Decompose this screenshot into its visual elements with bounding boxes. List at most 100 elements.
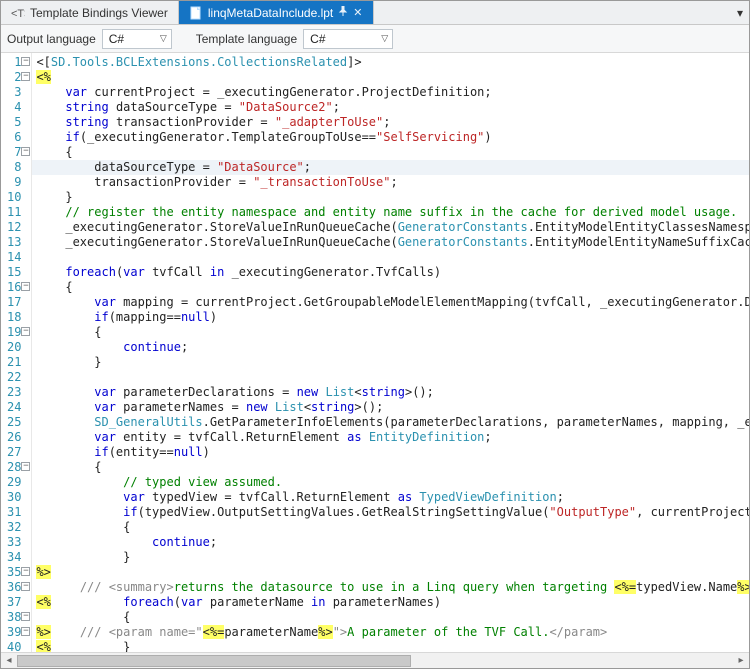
code-line[interactable]: %> /// <param name="<%=parameterName%>">…: [32, 625, 749, 640]
code-line[interactable]: }: [32, 550, 749, 565]
fold-toggle[interactable]: −: [21, 147, 30, 156]
document-tabbar: <T> Template Bindings Viewer linqMetaDat…: [1, 1, 749, 25]
pin-icon[interactable]: [338, 6, 348, 19]
code-line[interactable]: [32, 250, 749, 265]
code-line[interactable]: var entity = tvfCall.ReturnElement as En…: [32, 430, 749, 445]
code-line[interactable]: // typed view assumed.: [32, 475, 749, 490]
code-line[interactable]: var parameterNames = new List<string>();: [32, 400, 749, 415]
code-line[interactable]: _executingGenerator.StoreValueInRunQueue…: [32, 235, 749, 250]
code-line[interactable]: continue;: [32, 340, 749, 355]
close-icon[interactable]: ✕: [353, 6, 362, 19]
code-line[interactable]: SD_GeneralUtils.GetParameterInfoElements…: [32, 415, 749, 430]
line-number: 23: [1, 385, 31, 400]
line-number: 32: [1, 520, 31, 535]
code-line[interactable]: {: [32, 145, 749, 160]
line-number: 35−: [1, 565, 31, 580]
line-number: 3: [1, 85, 31, 100]
code-line[interactable]: string transactionProvider = "_adapterTo…: [32, 115, 749, 130]
code-line[interactable]: <%: [32, 70, 749, 85]
line-number: 27: [1, 445, 31, 460]
line-number: 6: [1, 130, 31, 145]
code-line[interactable]: <% foreach(var parameterName in paramete…: [32, 595, 749, 610]
line-number: 28−: [1, 460, 31, 475]
code-line[interactable]: if(mapping==null): [32, 310, 749, 325]
line-number: 8: [1, 160, 31, 175]
combo-value: C#: [310, 32, 375, 46]
fold-toggle[interactable]: −: [21, 612, 30, 621]
combo-value: C#: [109, 32, 154, 46]
line-number: 31: [1, 505, 31, 520]
fold-toggle[interactable]: −: [21, 57, 30, 66]
line-number: 12: [1, 220, 31, 235]
code-line[interactable]: {: [32, 610, 749, 625]
line-number: 39−: [1, 625, 31, 640]
line-number: 29: [1, 475, 31, 490]
line-number: 40: [1, 640, 31, 652]
code-line[interactable]: var parameterDeclarations = new List<str…: [32, 385, 749, 400]
line-number: 11: [1, 205, 31, 220]
scroll-left-button[interactable]: ◂: [1, 653, 17, 669]
tab-linq-metadata-include[interactable]: linqMetaDataInclude.lpt ✕: [179, 1, 374, 24]
code-line[interactable]: if(typedView.OutputSettingValues.GetReal…: [32, 505, 749, 520]
line-number: 25: [1, 415, 31, 430]
fold-toggle[interactable]: −: [21, 567, 30, 576]
code-line[interactable]: var mapping = currentProject.GetGroupabl…: [32, 295, 749, 310]
chevron-down-icon: ▽: [160, 33, 167, 44]
svg-text:<T>: <T>: [11, 8, 25, 20]
code-line[interactable]: if(_executingGenerator.TemplateGroupToUs…: [32, 130, 749, 145]
code-line[interactable]: _executingGenerator.StoreValueInRunQueue…: [32, 220, 749, 235]
tabbar-overflow[interactable]: ▾: [731, 1, 749, 24]
code-line[interactable]: {: [32, 460, 749, 475]
code-line[interactable]: [32, 370, 749, 385]
horizontal-scrollbar[interactable]: ◂ ▸: [1, 652, 749, 668]
line-number: 38−: [1, 610, 31, 625]
fold-toggle[interactable]: −: [21, 72, 30, 81]
code-line[interactable]: /// <summary>returns the datasource to u…: [32, 580, 749, 595]
code-line[interactable]: <% }: [32, 640, 749, 652]
chevron-down-icon: ▾: [737, 6, 743, 20]
code-line[interactable]: transactionProvider = "_transactionToUse…: [32, 175, 749, 190]
code-line[interactable]: }: [32, 355, 749, 370]
output-language-combo[interactable]: C# ▽: [102, 29, 172, 49]
fold-toggle[interactable]: −: [21, 582, 30, 591]
fold-toggle[interactable]: −: [21, 282, 30, 291]
line-number: 7−: [1, 145, 31, 160]
line-number: 20: [1, 340, 31, 355]
code-line[interactable]: string dataSourceType = "DataSource2";: [32, 100, 749, 115]
code-line[interactable]: }: [32, 190, 749, 205]
code-line[interactable]: continue;: [32, 535, 749, 550]
line-number: 36−: [1, 580, 31, 595]
line-number: 24: [1, 400, 31, 415]
fold-toggle[interactable]: −: [21, 627, 30, 636]
scroll-thumb[interactable]: [17, 655, 411, 667]
line-number: 5: [1, 115, 31, 130]
language-toolbar: Output language C# ▽ Template language C…: [1, 25, 749, 53]
tab-template-bindings-viewer[interactable]: <T> Template Bindings Viewer: [1, 1, 179, 24]
line-number: 16−: [1, 280, 31, 295]
line-number-gutter: 1−2−34567−8910111213141516−171819−202122…: [1, 53, 32, 652]
code-line[interactable]: var currentProject = _executingGenerator…: [32, 85, 749, 100]
template-bindings-icon: <T>: [11, 6, 25, 20]
code-line[interactable]: if(entity==null): [32, 445, 749, 460]
code-line[interactable]: dataSourceType = "DataSource";: [32, 160, 749, 175]
code-line[interactable]: foreach(var tvfCall in _executingGenerat…: [32, 265, 749, 280]
code-line[interactable]: {: [32, 520, 749, 535]
fold-toggle[interactable]: −: [21, 327, 30, 336]
code-editor[interactable]: 1−2−34567−8910111213141516−171819−202122…: [1, 53, 749, 652]
line-number: 14: [1, 250, 31, 265]
fold-toggle[interactable]: −: [21, 462, 30, 471]
line-number: 33: [1, 535, 31, 550]
scroll-right-button[interactable]: ▸: [733, 653, 749, 669]
code-line[interactable]: // register the entity namespace and ent…: [32, 205, 749, 220]
code-line[interactable]: %>: [32, 565, 749, 580]
line-number: 13: [1, 235, 31, 250]
line-number: 37: [1, 595, 31, 610]
scroll-track[interactable]: [17, 653, 733, 669]
code-area[interactable]: <[SD.Tools.BCLExtensions.CollectionsRela…: [32, 53, 749, 652]
code-line[interactable]: var typedView = tvfCall.ReturnElement as…: [32, 490, 749, 505]
line-number: 1−: [1, 55, 31, 70]
code-line[interactable]: {: [32, 325, 749, 340]
code-line[interactable]: <[SD.Tools.BCLExtensions.CollectionsRela…: [32, 55, 749, 70]
template-language-combo[interactable]: C# ▽: [303, 29, 393, 49]
code-line[interactable]: {: [32, 280, 749, 295]
